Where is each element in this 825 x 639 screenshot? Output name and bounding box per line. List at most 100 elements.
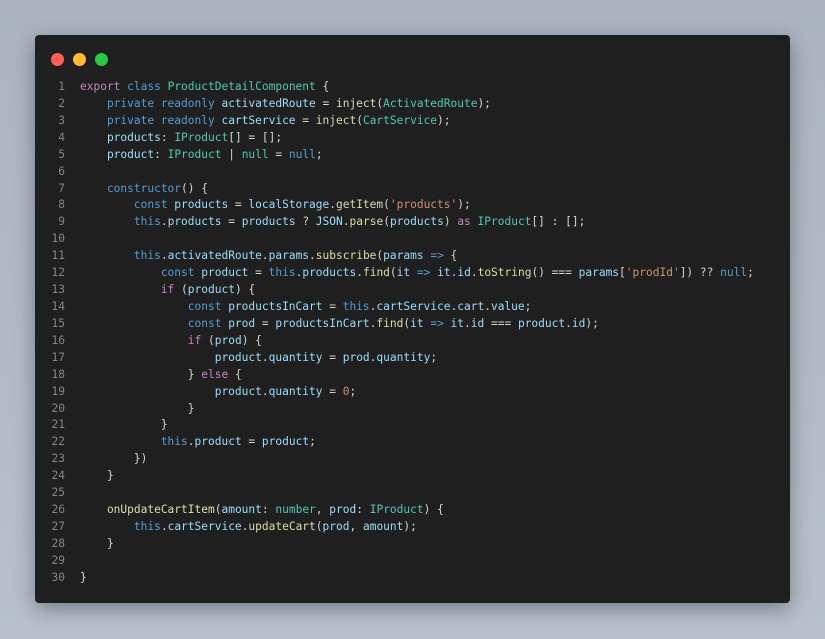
code-token: =	[295, 113, 316, 127]
code-token: ,	[349, 519, 363, 533]
code-token: .	[565, 316, 572, 330]
code-token: quantity	[268, 350, 323, 364]
line-number: 3	[58, 113, 65, 127]
code-token: );	[457, 198, 471, 212]
code-token: this	[268, 266, 296, 280]
code-line: 6	[35, 164, 790, 181]
code-token: constructor	[80, 181, 182, 195]
code-token: =	[248, 266, 269, 280]
line-number: 14	[51, 299, 65, 313]
line-source: this.cartService.updateCart(prod, amount…	[80, 519, 417, 536]
line-source: }	[80, 468, 114, 485]
code-token: prod	[214, 333, 242, 347]
code-token: ) {	[234, 283, 256, 297]
line-source: product: IProduct | null = null;	[80, 147, 323, 164]
code-token: it	[410, 316, 424, 330]
code-token: params	[578, 266, 620, 280]
code-line: 13 if (product) {	[35, 282, 790, 299]
code-token: [	[619, 266, 626, 280]
code-token: this	[80, 435, 188, 449]
code-token: private readonly	[80, 113, 222, 127]
code-line: 16 if (prod) {	[35, 333, 790, 350]
code-token: );	[477, 96, 491, 110]
code-token: {	[450, 249, 458, 263]
line-source: }	[80, 417, 168, 434]
line-number: 25	[51, 486, 65, 500]
code-token: class	[127, 80, 168, 93]
line-source: }	[80, 536, 114, 553]
code-line: 26 onUpdateCartItem(amount: number, prod…	[35, 502, 790, 519]
code-line: 15 const prod = productsInCart.find(it =…	[35, 316, 790, 333]
code-token: value	[490, 299, 525, 313]
code-token: })	[80, 452, 148, 466]
code-token: inject	[315, 113, 357, 127]
close-button[interactable]	[51, 53, 64, 66]
code-line: 22 this.product = product;	[35, 434, 790, 451]
code-token: =	[241, 435, 262, 449]
line-number: 12	[51, 266, 65, 280]
line-source: private readonly cartService = inject(Ca…	[80, 113, 451, 130]
code-token: activatedRoute	[221, 96, 316, 110]
code-token: products	[302, 266, 357, 280]
code-token: prod	[329, 503, 357, 517]
code-token: if	[80, 283, 182, 297]
code-token: onUpdateCartItem	[80, 503, 215, 517]
code-token: this	[80, 249, 161, 263]
code-token: cartService	[376, 299, 451, 313]
code-token: id	[470, 316, 485, 330]
code-token: }	[80, 367, 202, 381]
code-token: 'prodId'	[625, 266, 680, 280]
code-token: () ===	[531, 266, 579, 280]
window-controls	[51, 53, 108, 66]
code-token: cartService	[167, 519, 242, 533]
code-token: null	[288, 147, 316, 161]
code-token: products	[167, 215, 222, 229]
code-token: .	[160, 249, 168, 263]
line-number: 22	[51, 435, 65, 449]
code-line: 2 private readonly activatedRoute = inje…	[35, 96, 790, 113]
code-token: |	[221, 147, 242, 161]
code-token: products	[389, 215, 444, 229]
code-block: 1 export class ProductDetailComponent {2 …	[35, 79, 790, 587]
code-line: 10	[35, 231, 790, 248]
code-token: .	[342, 215, 350, 229]
code-token: =>	[410, 266, 438, 280]
code-token: (	[207, 333, 215, 347]
code-token: .	[329, 198, 336, 212]
code-token: product	[201, 266, 249, 280]
code-token: const	[80, 198, 175, 212]
code-token: export	[80, 80, 128, 93]
code-token: this	[342, 299, 370, 313]
code-token: prod	[322, 519, 350, 533]
code-token: .	[464, 316, 471, 330]
code-token: product	[261, 435, 310, 449]
line-source: this.products = products ? JSON.parse(pr…	[80, 214, 585, 231]
code-token: ]) ??	[679, 266, 721, 280]
code-line: 17 product.quantity = prod.quantity;	[35, 350, 790, 367]
code-line: 29	[35, 553, 790, 570]
line-number: 10	[51, 232, 65, 246]
line-number: 20	[51, 401, 65, 415]
code-token: product	[80, 350, 262, 364]
minimize-button[interactable]	[73, 53, 86, 66]
code-line: 21 }	[35, 417, 790, 434]
maximize-button[interactable]	[95, 53, 108, 66]
code-line: 4 products: IProduct[] = [];	[35, 130, 790, 147]
code-token: =>	[423, 316, 451, 330]
code-token: =	[315, 96, 336, 110]
line-number: 19	[51, 384, 65, 398]
code-token: (	[181, 283, 188, 297]
code-token: ,	[315, 503, 330, 517]
code-token: .	[484, 299, 491, 313]
code-token: [] = [];	[228, 130, 283, 144]
code-token: CartService	[362, 113, 438, 127]
code-token: .	[261, 350, 269, 364]
code-token: {	[234, 367, 242, 381]
code-token: cart	[457, 299, 485, 313]
code-token: .	[309, 249, 316, 263]
line-number: 7	[58, 181, 65, 195]
code-token: number	[275, 503, 316, 517]
line-source: if (prod) {	[80, 333, 262, 350]
code-token: }	[80, 418, 168, 432]
line-number: 21	[51, 418, 65, 432]
